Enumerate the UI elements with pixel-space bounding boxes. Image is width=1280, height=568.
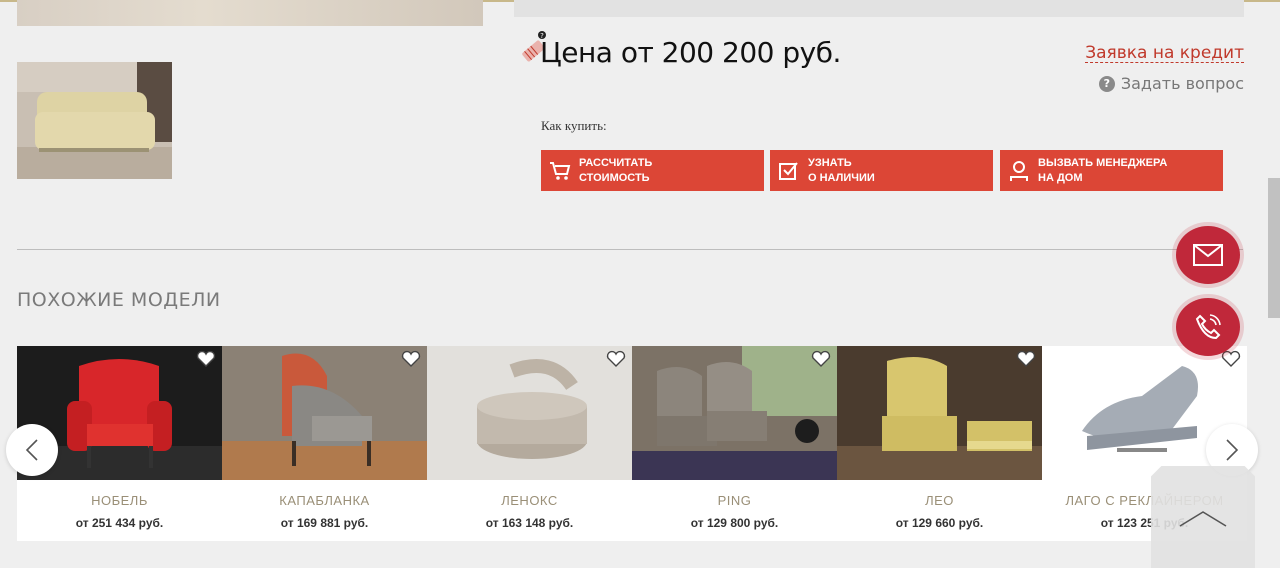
cart-icon [549, 158, 571, 184]
check-availability-label: УЗНАТЬ О НАЛИЧИИ [808, 156, 875, 184]
question-icon: ? [1098, 75, 1115, 92]
ask-question-label: Задать вопрос [1120, 74, 1244, 93]
envelope-icon [1193, 244, 1223, 266]
product-image [427, 346, 632, 480]
product-price: Цена от 200 200 руб. [540, 36, 841, 69]
product-name[interactable]: НОБЕЛЬ [17, 493, 222, 508]
product-name[interactable]: ЛЕНОКС [427, 493, 632, 508]
favorite-heart-icon[interactable] [1221, 350, 1241, 368]
favorite-heart-icon[interactable] [811, 350, 831, 368]
email-us-button[interactable] [1176, 226, 1240, 284]
favorite-heart-icon[interactable] [401, 350, 421, 368]
checkbox-icon [778, 158, 800, 184]
product-name[interactable]: ЛЕО [837, 493, 1042, 508]
product-image [632, 346, 837, 480]
similar-models-carousel: НОБЕЛЬ от 251 434 руб. КАПАБЛАНКА от 169… [17, 346, 1247, 541]
main-product-photo[interactable] [17, 0, 483, 26]
product-card[interactable]: КАПАБЛАНКА от 169 881 руб. [222, 346, 427, 541]
credit-request-link[interactable]: Заявка на кредит [1085, 44, 1244, 63]
scroll-to-top-button[interactable] [1151, 466, 1255, 568]
product-price: от 251 434 руб. [75, 516, 164, 530]
product-name[interactable]: КАПАБЛАНКА [222, 493, 427, 508]
product-image [222, 346, 427, 480]
how-to-buy-label: Как купить: [541, 118, 607, 133]
product-card[interactable]: ЛЕНОКС от 163 148 руб. [427, 346, 632, 541]
chevron-up-icon [1179, 511, 1227, 527]
ask-question-link[interactable]: ? Задать вопрос [1098, 74, 1244, 93]
chevron-right-icon [1226, 439, 1239, 461]
info-header-strip [514, 0, 1244, 17]
product-name[interactable]: PING [632, 493, 837, 508]
favorite-heart-icon[interactable] [606, 350, 626, 368]
product-thumbnail[interactable] [17, 62, 172, 179]
product-card[interactable]: PING от 129 800 руб. [632, 346, 837, 541]
calculate-cost-button[interactable]: РАССЧИТАТЬ СТОИМОСТЬ [541, 150, 764, 191]
favorite-heart-icon[interactable] [1016, 350, 1036, 368]
product-price: от 129 800 руб. [690, 516, 779, 530]
product-price: от 163 148 руб. [485, 516, 574, 530]
call-us-button[interactable] [1176, 298, 1240, 356]
section-divider [17, 249, 1243, 250]
similar-models-title: ПОХОЖИЕ МОДЕЛИ [17, 289, 221, 311]
phone-icon [1195, 314, 1221, 340]
carousel-prev-button[interactable] [6, 424, 58, 476]
check-availability-button[interactable]: УЗНАТЬ О НАЛИЧИИ [770, 150, 993, 191]
product-card[interactable]: ЛЕО от 129 660 руб. [837, 346, 1042, 541]
call-manager-button[interactable]: ВЫЗВАТЬ МЕНЕДЖЕРА НА ДОМ [1000, 150, 1223, 191]
product-price: от 169 881 руб. [280, 516, 369, 530]
product-image [837, 346, 1042, 480]
calculate-cost-label: РАССЧИТАТЬ СТОИМОСТЬ [579, 156, 653, 184]
product-price: от 129 660 руб. [895, 516, 984, 530]
favorite-heart-icon[interactable] [196, 350, 216, 368]
call-manager-label: ВЫЗВАТЬ МЕНЕДЖЕРА НА ДОМ [1038, 156, 1168, 184]
chevron-left-icon [25, 439, 38, 461]
page-scrollbar[interactable] [1268, 178, 1280, 318]
user-icon [1008, 158, 1030, 184]
